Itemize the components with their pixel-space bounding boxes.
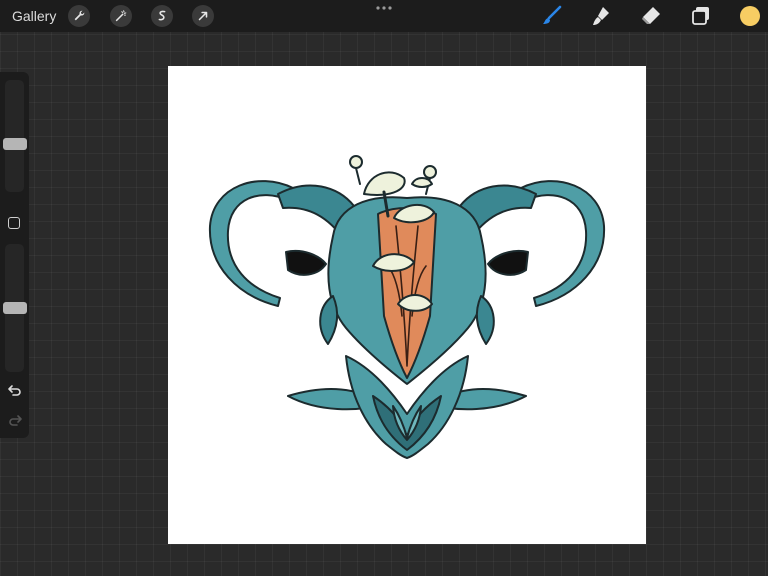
transform-button[interactable] <box>192 5 214 27</box>
selection-button[interactable] <box>151 5 173 27</box>
eraser-icon <box>642 7 660 24</box>
transform-arrow-icon <box>198 11 208 21</box>
actions-button[interactable] <box>68 5 90 27</box>
wrench-icon <box>74 10 85 21</box>
paint-tool-button[interactable] <box>540 4 564 28</box>
drawing-canvas[interactable] <box>168 66 646 544</box>
top-toolbar: Gallery <box>0 0 768 32</box>
color-picker-button[interactable] <box>740 6 760 26</box>
gallery-button[interactable]: Gallery <box>12 8 56 24</box>
magic-wand-icon <box>115 10 127 22</box>
selection-icon <box>158 10 166 21</box>
modify-button[interactable] <box>8 217 20 229</box>
left-sidebar <box>0 72 29 438</box>
brush-icon <box>543 5 562 24</box>
redo-icon[interactable] <box>7 412 23 428</box>
eraser-tool-button[interactable] <box>639 4 663 28</box>
adjustments-button[interactable] <box>110 5 132 27</box>
smudge-icon <box>593 7 609 25</box>
smudge-tool-button[interactable] <box>589 4 613 28</box>
brush-size-slider[interactable] <box>5 80 24 192</box>
artwork-illustration <box>208 155 606 459</box>
undo-icon[interactable] <box>7 382 23 398</box>
opacity-handle[interactable] <box>3 302 27 314</box>
brush-size-handle[interactable] <box>3 138 27 150</box>
layers-button[interactable] <box>689 4 713 28</box>
more-options-icon[interactable] <box>376 5 392 11</box>
layers-icon <box>692 7 709 25</box>
